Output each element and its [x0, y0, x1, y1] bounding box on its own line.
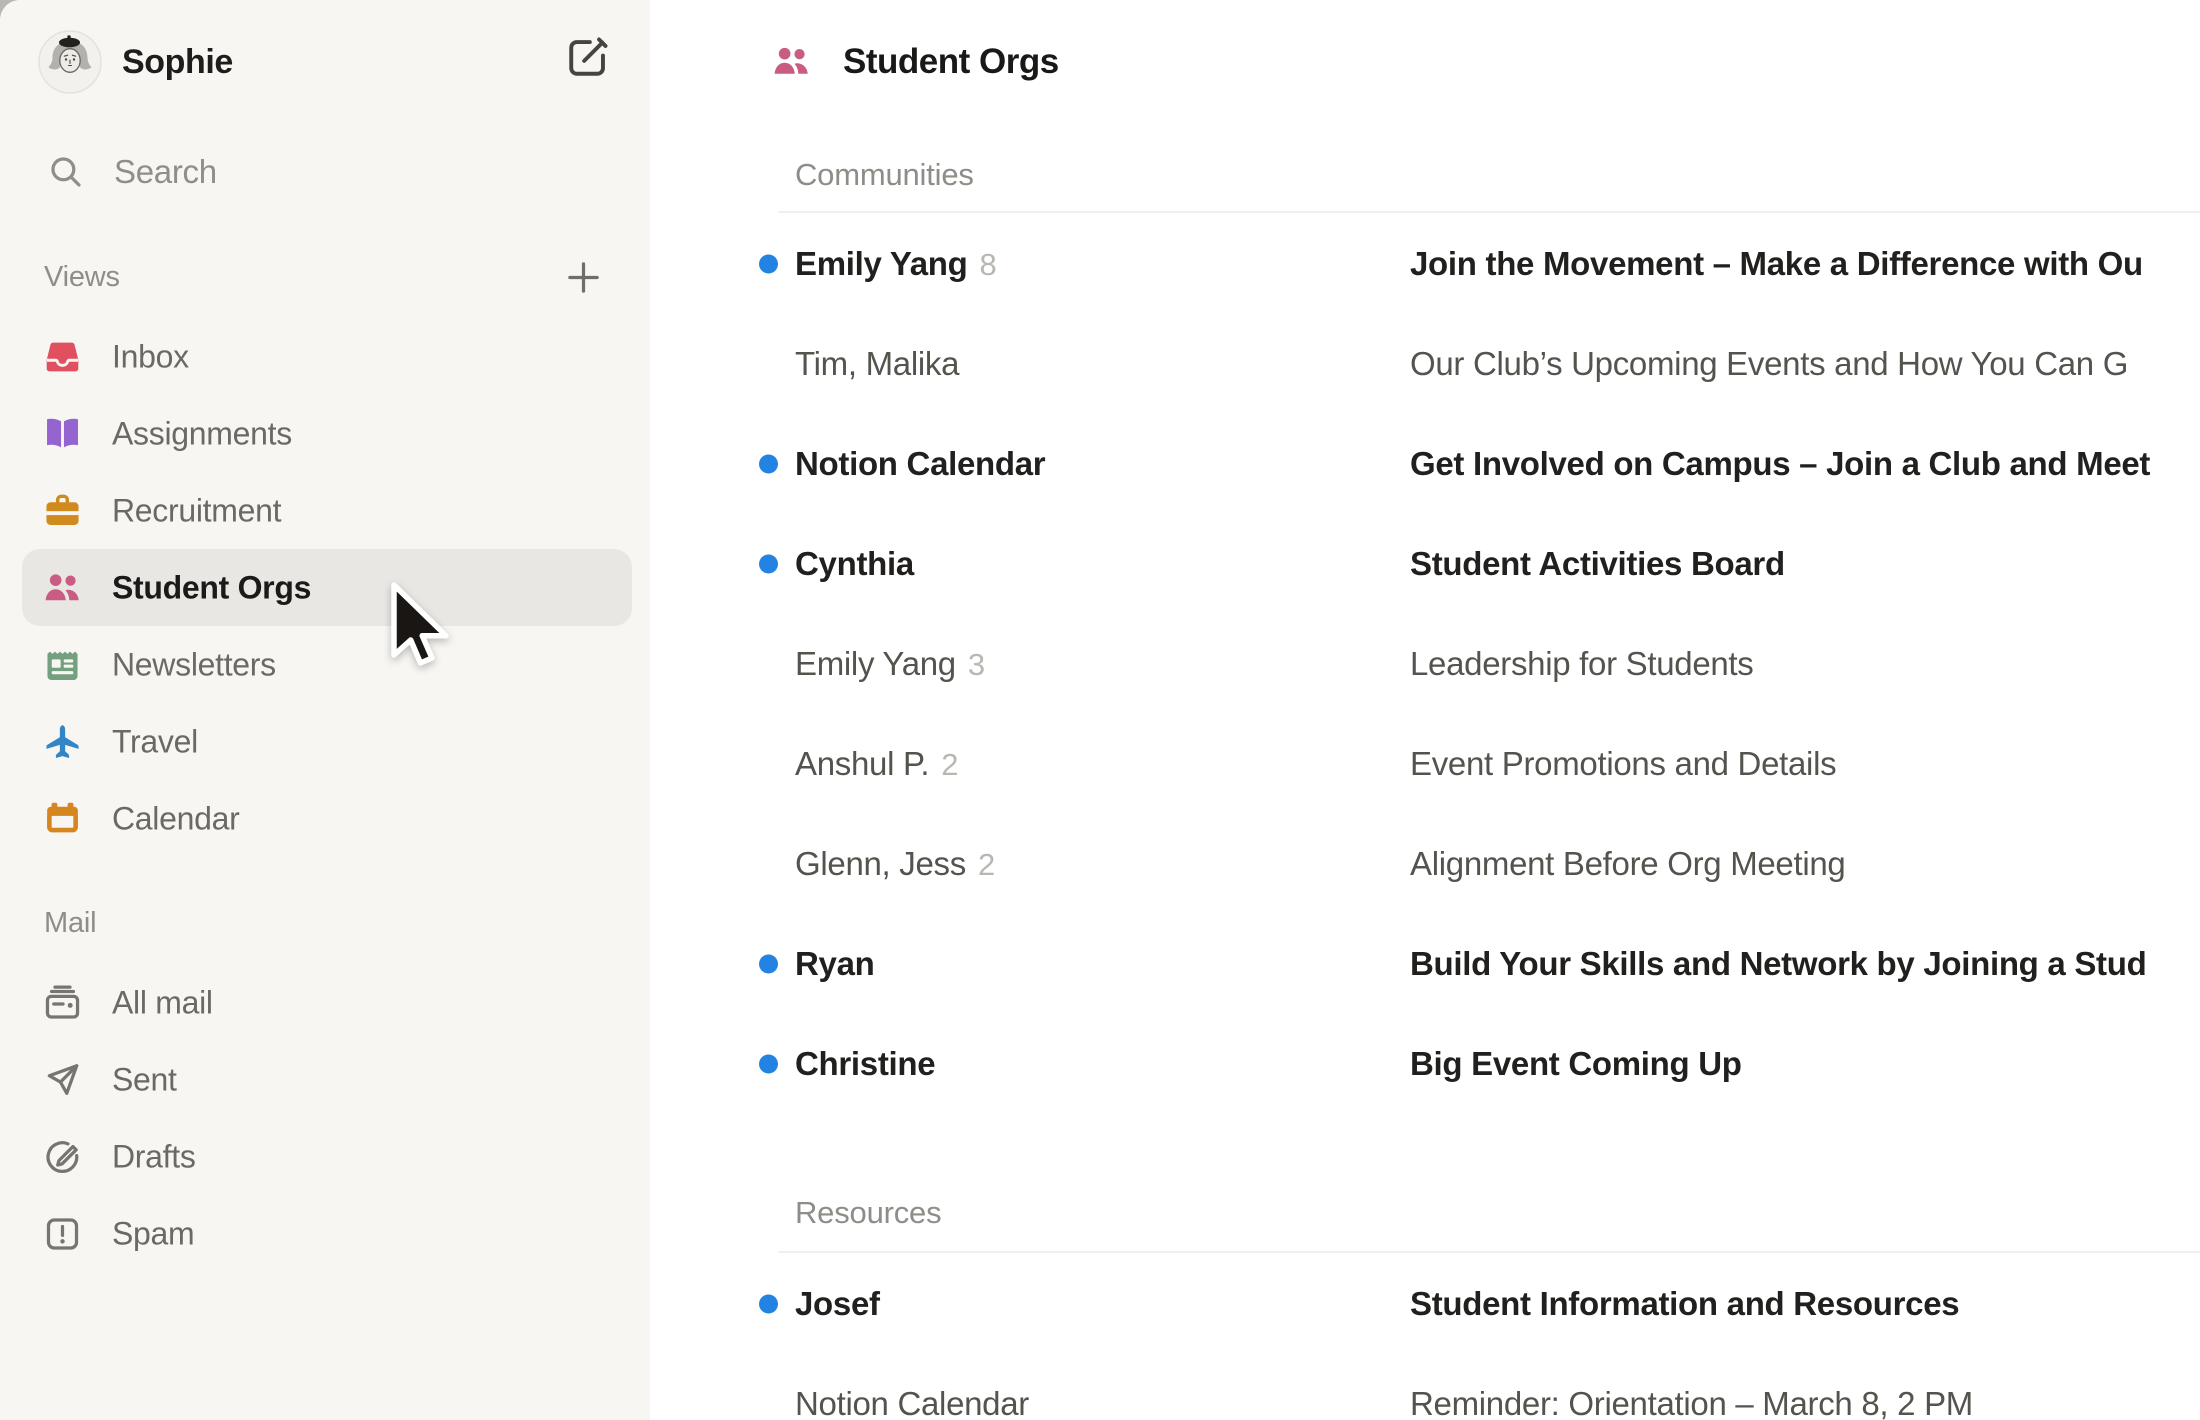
people-icon [42, 567, 83, 608]
book-icon [42, 413, 83, 454]
mail-item-label: Drafts [112, 1138, 196, 1175]
mail-item-label: All mail [112, 984, 213, 1021]
unread-dot-icon [759, 1055, 778, 1074]
sidebar-item-travel[interactable]: Travel [22, 703, 632, 780]
briefcase-icon [42, 490, 83, 531]
section-label: Communities [795, 157, 974, 193]
sidebar-item-inbox[interactable]: Inbox [22, 318, 632, 395]
calendar-icon [42, 798, 83, 839]
account-name[interactable]: Sophie [122, 42, 233, 82]
views-nav: Inbox Assignments Recruitment Student Orgs N… [22, 318, 632, 857]
subject-text: Our Club’s Upcoming Events and How You C… [1410, 345, 2128, 383]
mail-item-label: Sent [112, 1061, 177, 1098]
mail-section-header: Mail [44, 907, 96, 939]
unread-dot-icon [759, 255, 778, 274]
thread-count: 2 [941, 747, 958, 782]
thread-list-pane: Student Orgs Communities Emily Yang8 Join … [650, 0, 2200, 1420]
thread-row[interactable]: Notion Calendar Get Involved on Campus – … [650, 414, 2200, 514]
view-item-label: Calendar [112, 800, 239, 837]
search-button[interactable]: Search [114, 153, 217, 191]
thread-row[interactable]: Anshul P.2 Event Promotions and Details [650, 714, 2200, 814]
sidebar-item-drafts[interactable]: Drafts [22, 1118, 632, 1195]
thread-count: 8 [979, 247, 996, 282]
compose-icon[interactable] [564, 34, 611, 81]
subject-text: Student Information and Resources [1410, 1285, 1959, 1323]
sender-name: Notion Calendar [795, 1385, 1029, 1420]
thread-row[interactable]: Glenn, Jess2 Alignment Before Org Meeting [650, 814, 2200, 914]
subject-text: Leadership for Students [1410, 645, 1754, 683]
thread-count: 3 [968, 647, 985, 682]
view-item-label: Recruitment [112, 492, 281, 529]
views-section-header: Views [44, 261, 120, 293]
sidebar-item-spam[interactable]: Spam [22, 1195, 632, 1272]
airplane-icon [42, 721, 83, 762]
sender-name: Josef [795, 1285, 880, 1323]
sidebar-item-student-orgs[interactable]: Student Orgs [22, 549, 632, 626]
unread-dot-icon [759, 455, 778, 474]
sidebar: Sophie Search Views Inbox Assignments Recr… [0, 0, 650, 1420]
inbox-icon [42, 336, 83, 377]
send-icon [42, 1059, 83, 1100]
sender-name: Emily Yang8 [795, 245, 996, 283]
thread-row[interactable]: Notion Calendar Reminder: Orientation – M… [650, 1354, 2200, 1420]
user-avatar[interactable] [38, 30, 102, 94]
sender-name: Ryan [795, 945, 875, 983]
section-communities: Communities Emily Yang8 Join the Movement … [650, 0, 2200, 1420]
view-item-label: Student Orgs [112, 569, 311, 606]
page-title: Student Orgs [843, 41, 1059, 83]
drafts-icon [42, 1136, 83, 1177]
sidebar-item-calendar[interactable]: Calendar [22, 780, 632, 857]
view-item-label: Travel [112, 723, 198, 760]
view-item-label: Newsletters [112, 646, 276, 683]
sender-name: Christine [795, 1045, 935, 1083]
sidebar-item-newsletters[interactable]: Newsletters [22, 626, 632, 703]
subject-text: Build Your Skills and Network by Joining… [1410, 945, 2146, 983]
section-label: Resources [795, 1195, 941, 1231]
view-item-label: Assignments [112, 415, 292, 452]
add-view-icon[interactable] [562, 256, 605, 299]
subject-text: Student Activities Board [1410, 545, 1785, 583]
sender-name: Glenn, Jess2 [795, 845, 995, 883]
sidebar-item-assignments[interactable]: Assignments [22, 395, 632, 472]
view-item-label: Inbox [112, 338, 189, 375]
thread-row[interactable]: Tim, Malika Our Club’s Upcoming Events an… [650, 314, 2200, 414]
mail-nav: All mail Sent Drafts Spam [22, 964, 632, 1272]
subject-text: Event Promotions and Details [1410, 745, 1836, 783]
subject-text: Big Event Coming Up [1410, 1045, 1742, 1083]
all-mail-icon [42, 982, 83, 1023]
unread-dot-icon [759, 1295, 778, 1314]
thread-row[interactable]: Christine Big Event Coming Up [650, 1014, 2200, 1114]
mail-app-window: Sophie Search Views Inbox Assignments Recr… [0, 0, 2200, 1420]
subject-text: Reminder: Orientation – March 8, 2 PM [1410, 1385, 1973, 1420]
thread-count: 2 [978, 847, 995, 882]
people-icon [771, 41, 812, 82]
thread-row[interactable]: Cynthia Student Activities Board [650, 514, 2200, 614]
thread-row[interactable]: Emily Yang3 Leadership for Students [650, 614, 2200, 714]
sidebar-item-sent[interactable]: Sent [22, 1041, 632, 1118]
thread-row[interactable]: Emily Yang8 Join the Movement – Make a Di… [650, 214, 2200, 314]
spam-icon [42, 1213, 83, 1254]
thread-row[interactable]: Josef Student Information and Resources [650, 1254, 2200, 1354]
section-divider [778, 211, 2200, 213]
sender-name: Emily Yang3 [795, 645, 985, 683]
subject-text: Get Involved on Campus – Join a Club and… [1410, 445, 2150, 483]
newspaper-icon [42, 644, 83, 685]
section-divider [778, 1251, 2200, 1253]
mail-item-label: Spam [112, 1215, 194, 1252]
sender-name: Notion Calendar [795, 445, 1045, 483]
sender-name: Anshul P.2 [795, 745, 958, 783]
subject-text: Join the Movement – Make a Difference wi… [1410, 245, 2143, 283]
subject-text: Alignment Before Org Meeting [1410, 845, 1846, 883]
sender-name: Tim, Malika [795, 345, 959, 383]
sidebar-item-recruitment[interactable]: Recruitment [22, 472, 632, 549]
unread-dot-icon [759, 955, 778, 974]
unread-dot-icon [759, 555, 778, 574]
sidebar-item-all-mail[interactable]: All mail [22, 964, 632, 1041]
search-icon[interactable] [46, 152, 85, 191]
sender-name: Cynthia [795, 545, 914, 583]
thread-row[interactable]: Ryan Build Your Skills and Network by Joi… [650, 914, 2200, 1014]
